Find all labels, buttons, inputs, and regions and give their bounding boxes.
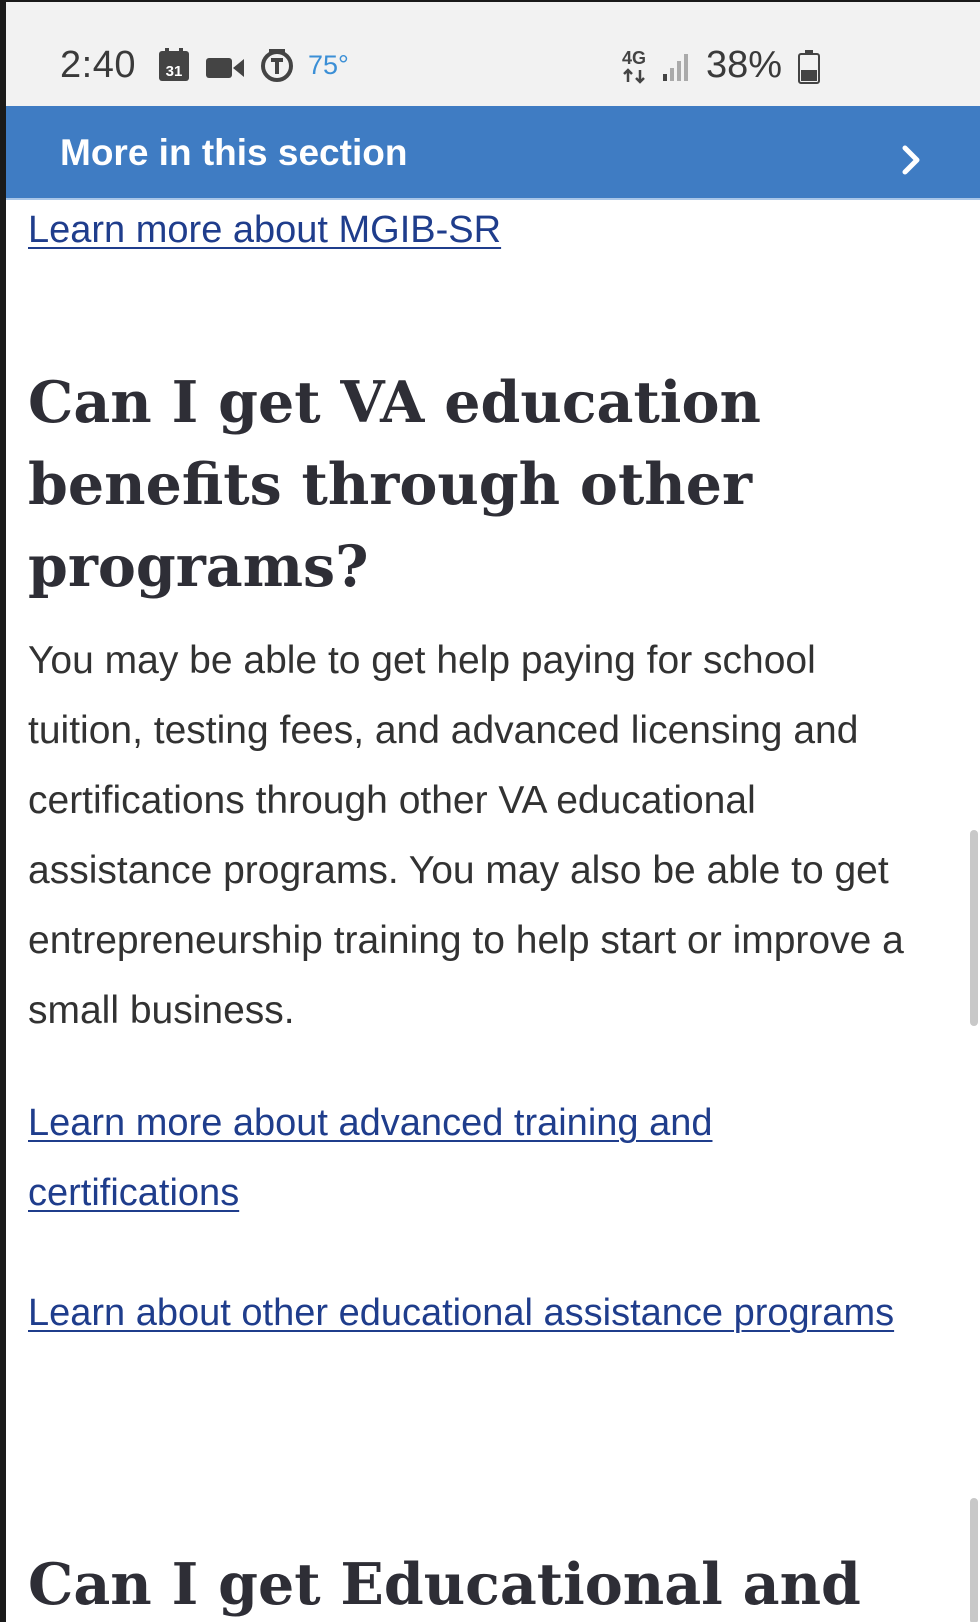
status-time: 2:40 (60, 44, 136, 86)
section-heading: Can I get VA education benefits through … (28, 369, 761, 600)
video-camera-icon (206, 58, 244, 78)
scrollbar-thumb[interactable] (970, 830, 978, 1026)
battery-icon (798, 50, 820, 84)
chevron-right-icon (902, 145, 920, 175)
more-in-this-section-bar[interactable]: More in this section (6, 106, 980, 200)
data-transfer-icon (623, 68, 645, 84)
mgib-sr-link[interactable]: Learn more about MGIB-SR (28, 194, 501, 266)
weather-temperature: 75° (308, 50, 349, 80)
battery-percent: 38% (706, 44, 783, 86)
phone-screen: 2:40 31 75° 4G 38% More in this section … (0, 0, 980, 1622)
app-notification-icon (261, 49, 293, 82)
section-bar-label: More in this section (60, 132, 408, 173)
signal-strength-icon (663, 54, 688, 81)
section-body-text: You may be able to get help paying for s… (28, 639, 904, 1032)
advanced-training-link[interactable]: Learn more about advanced training and c… (28, 1088, 908, 1228)
calendar-icon: 31 (159, 48, 189, 81)
calendar-day: 31 (166, 63, 183, 80)
status-bar: 2:40 31 75° 4G 38% (6, 2, 980, 106)
other-programs-link[interactable]: Learn about other educational assistance… (28, 1278, 908, 1348)
scrollbar-thumb-lower[interactable] (970, 1498, 978, 1622)
network-type: 4G (621, 48, 646, 68)
next-section-heading: Can I get Educational and (28, 1551, 861, 1618)
